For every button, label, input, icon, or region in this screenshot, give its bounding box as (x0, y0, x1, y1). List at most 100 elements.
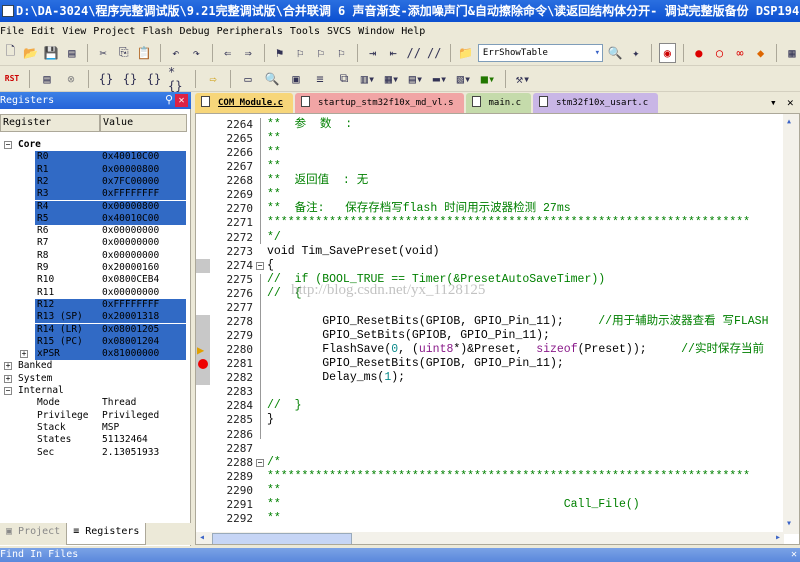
uncomment-icon[interactable]: // (426, 43, 443, 63)
column-value[interactable]: Value (100, 114, 187, 132)
find-icon[interactable]: 🔍 (607, 43, 624, 63)
find-in-files-icon[interactable]: 📁 (457, 43, 474, 63)
save-all-icon[interactable]: ▤ (64, 43, 81, 63)
symbols-window-icon[interactable]: ▣ (286, 69, 306, 89)
vertical-scrollbar[interactable]: ▴ ▾ (783, 114, 799, 534)
editor-tab[interactable]: stm32f10x_usart.c (533, 93, 659, 113)
menu-flash[interactable]: Flash (142, 26, 180, 37)
close-editor-icon[interactable]: ✕ (787, 96, 794, 109)
column-register[interactable]: Register (0, 114, 100, 132)
register-row[interactable]: + xPSR 0x81000000 (0, 348, 187, 361)
registers-window-icon[interactable]: ≡ (310, 69, 330, 89)
register-row[interactable]: States 51132464 (0, 434, 187, 446)
register-value[interactable]: 0x40010C00 (102, 213, 159, 225)
window-layout-icon[interactable]: ▦ (784, 43, 800, 63)
register-row[interactable]: R13 (SP) 0x20001318 (0, 311, 187, 324)
redo-icon[interactable]: ↷ (188, 43, 205, 63)
serial-window-icon[interactable]: ▤▾ (406, 69, 426, 89)
open-icon[interactable]: 📂 (23, 43, 40, 63)
menu-svcs[interactable]: SVCS (327, 26, 359, 37)
register-value[interactable]: 0x00000000 (102, 250, 159, 262)
unindent-icon[interactable]: ⇤ (385, 43, 402, 63)
register-value[interactable]: Privileged (102, 410, 159, 422)
register-value[interactable]: 0xFFFFFFFF (102, 299, 159, 311)
trace-window-icon[interactable]: ▧▾ (454, 69, 474, 89)
command-window-icon[interactable]: ▭ (238, 69, 258, 89)
watch-window-icon[interactable]: ▥▾ (358, 69, 378, 89)
register-row[interactable]: R2 0x7FC00000 (0, 175, 187, 189)
menu-window[interactable]: Window (358, 26, 402, 37)
register-value[interactable]: Thread (102, 397, 136, 409)
show-next-statement-icon[interactable]: ⇨ (203, 69, 223, 89)
register-row[interactable]: R1 0x00000800 (0, 163, 187, 176)
register-row[interactable]: R3 0xFFFFFFFF (0, 188, 187, 201)
comment-icon[interactable]: // (405, 43, 422, 63)
register-value[interactable]: 0x7FC00000 (102, 176, 159, 188)
register-value[interactable]: 2.13051933 (102, 447, 159, 459)
register-row[interactable]: R11 0x00000000 (0, 287, 187, 299)
register-row[interactable]: R6 0x00000000 (0, 225, 187, 237)
step-out-icon[interactable]: {} (144, 69, 164, 89)
memory-window-icon[interactable]: ▦▾ (382, 69, 402, 89)
prev-bookmark-icon[interactable]: ⚐ (292, 43, 309, 63)
editor-tab[interactable]: startup_stm32f10x_md_vl.s (295, 93, 464, 113)
register-value[interactable]: 0x00000000 (102, 237, 159, 249)
register-value[interactable]: 0x00000000 (102, 287, 159, 299)
register-row[interactable]: R4 0x00000800 (0, 200, 187, 213)
analysis-window-icon[interactable]: ▬▾ (430, 69, 450, 89)
register-row[interactable]: Internal − (0, 385, 187, 397)
register-row[interactable]: R15 (PC) 0x08001204 (0, 335, 187, 349)
call-stack-icon[interactable]: ⧉ (334, 69, 354, 89)
step-over-icon[interactable]: {} (120, 69, 140, 89)
reset-icon[interactable]: RST (2, 69, 22, 89)
incremental-find-icon[interactable]: ✦ (628, 43, 645, 63)
menu-tools[interactable]: Tools (290, 26, 328, 37)
bookmark-icon[interactable]: ⚑ (271, 43, 288, 63)
close-icon[interactable]: ✕ (175, 94, 188, 107)
tab-registers[interactable]: ≡ Registers (66, 523, 147, 545)
next-bookmark-icon[interactable]: ⚐ (312, 43, 329, 63)
register-value[interactable]: 0x20001318 (102, 311, 159, 323)
register-row[interactable]: R9 0x20000160 (0, 262, 187, 274)
system-viewer-icon[interactable]: ■▾ (478, 69, 498, 89)
expand-icon[interactable]: + (4, 362, 12, 371)
close-icon[interactable]: ✕ (791, 548, 797, 562)
register-value[interactable]: 0x20000160 (102, 262, 159, 274)
disable-all-breakpoints-icon[interactable]: ∞ (732, 43, 749, 63)
collapse-icon[interactable]: − (4, 141, 12, 149)
register-row[interactable]: System + (0, 373, 187, 385)
run-to-cursor-icon[interactable]: *{} (168, 65, 188, 93)
copy-icon[interactable]: ⎘ (116, 43, 133, 63)
register-value[interactable]: 0x00000000 (102, 225, 159, 237)
register-value[interactable]: 0xFFFFFFFF (102, 188, 159, 200)
register-row[interactable]: Stack MSP (0, 422, 187, 434)
register-row[interactable]: Mode Thread (0, 397, 187, 409)
register-value[interactable]: 0x0800CEB4 (102, 274, 159, 286)
editor-tab[interactable]: COM_Module.c (195, 93, 294, 113)
collapse-icon[interactable]: − (4, 387, 12, 395)
expand-icon[interactable]: + (20, 350, 28, 359)
horizontal-scroll-thumb[interactable] (212, 533, 352, 544)
tab-list-icon[interactable]: ▾ (770, 96, 777, 109)
register-value[interactable]: 0x40010C00 (102, 151, 159, 163)
menu-help[interactable]: Help (401, 26, 433, 37)
nav-back-icon[interactable]: ⇐ (219, 43, 236, 63)
register-row[interactable]: R12 0xFFFFFFFF (0, 298, 187, 312)
editor-tab[interactable]: main.c (465, 93, 532, 113)
save-icon[interactable]: 💾 (43, 43, 60, 63)
register-value[interactable]: MSP (102, 422, 119, 434)
indent-icon[interactable]: ⇥ (364, 43, 381, 63)
menu-project[interactable]: Project (93, 26, 143, 37)
register-row[interactable]: R0 0x40010C00 (0, 151, 187, 164)
register-value[interactable]: 0x81000000 (102, 348, 159, 360)
menu-edit[interactable]: Edit (31, 26, 63, 37)
new-file-icon[interactable]: 🗋 (2, 43, 19, 63)
clear-bookmarks-icon[interactable]: ⚐ (333, 43, 350, 63)
menu-debug[interactable]: Debug (180, 26, 218, 37)
step-into-icon[interactable]: {} (96, 69, 116, 89)
kill-all-breakpoints-icon[interactable]: ◆ (752, 43, 769, 63)
target-combo[interactable]: ErrShowTable (477, 43, 603, 62)
disable-breakpoint-icon[interactable]: ○ (711, 43, 728, 63)
register-row[interactable]: Banked + (0, 360, 187, 372)
register-row[interactable]: Sec 2.13051933 (0, 447, 187, 459)
